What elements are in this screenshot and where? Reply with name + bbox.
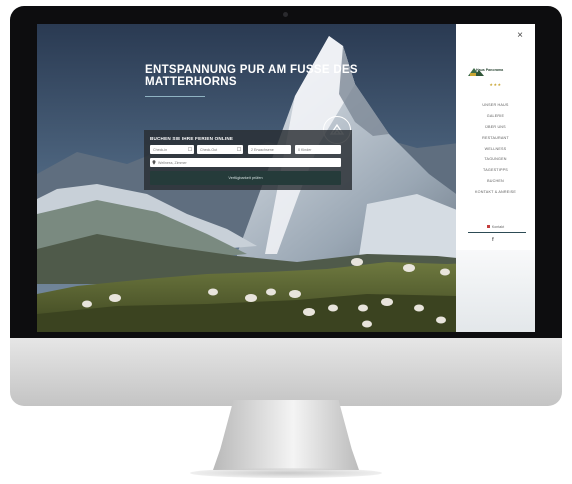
adults-value: 2 Erwachsene: [251, 147, 274, 152]
camera-icon: [283, 12, 288, 17]
monitor-stand: [213, 400, 359, 470]
hero-headline: ENTSPANNUNG PUR AM FUSSE DES MATTERHORNS: [145, 64, 358, 88]
sidebar-item-tagungen[interactable]: TAGUNGEN: [456, 154, 535, 165]
mail-icon: [486, 225, 490, 228]
checkout-field[interactable]: Check-Out: [197, 145, 243, 154]
website-screen: ENTSPANNUNG PUR AM FUSSE DES MATTERHORNS…: [37, 24, 535, 332]
monitor-bezel: ENTSPANNUNG PUR AM FUSSE DES MATTERHORNS…: [10, 6, 562, 338]
sidebar-item-restaurant[interactable]: RESTAURANT: [456, 133, 535, 144]
hero-divider: [145, 96, 205, 97]
contact-link[interactable]: Kontakt: [456, 225, 535, 229]
close-icon[interactable]: ×: [517, 31, 523, 41]
kids-select[interactable]: 0 Kinder: [295, 145, 341, 154]
calendar-icon: [188, 147, 192, 151]
imac-device: ENTSPANNUNG PUR AM FUSSE DES MATTERHORNS…: [10, 6, 562, 406]
sidebar-item-galerie[interactable]: GALERIE: [456, 111, 535, 122]
sidebar-nav: × Haus Panorama ★★★ UNSER HAUS GALERIE Ü…: [456, 24, 535, 332]
checkout-placeholder: Check-Out: [200, 147, 218, 152]
sidebar-item-kontakt[interactable]: KONTAKT & ANREISE: [456, 187, 535, 198]
facebook-icon[interactable]: f: [492, 237, 494, 243]
amenities-field[interactable]: Wellness, Zimmer: [150, 158, 341, 167]
checkin-field[interactable]: Check-in: [150, 145, 194, 154]
sidebar-item-buchen[interactable]: BUCHEN: [456, 176, 535, 187]
sidebar-item-unser-haus[interactable]: UNSER HAUS: [456, 100, 535, 111]
adults-select[interactable]: 2 Erwachsene: [248, 145, 291, 154]
check-availability-button[interactable]: Verfügbarkeit prüfen: [150, 171, 341, 185]
sidebar-item-ueber-uns[interactable]: ÜBER UNS: [456, 122, 535, 133]
sidebar-menu: UNSER HAUS GALERIE ÜBER UNS RESTAURANT W…: [456, 100, 535, 198]
booking-form: BUCHEN SIE IHRE FERIEN ONLINE Check-in C…: [144, 130, 352, 190]
sidebar-divider: [468, 232, 526, 233]
map-pin-icon: [152, 160, 156, 165]
brand-name: Haus Panorama: [476, 68, 504, 72]
hotel-stars: ★★★: [489, 82, 502, 87]
booking-form-title: BUCHEN SIE IHRE FERIEN ONLINE: [150, 136, 234, 141]
contact-label: Kontakt: [491, 225, 505, 229]
stand-shadow: [190, 468, 382, 478]
monitor-chin: [10, 338, 562, 406]
checkin-placeholder: Check-in: [153, 147, 168, 152]
calendar-icon: [237, 147, 241, 151]
sidebar-item-wellness[interactable]: WELLNESS: [456, 144, 535, 155]
amenities-placeholder: Wellness, Zimmer: [158, 160, 187, 165]
sidebar-item-tagestipps[interactable]: TAGESTIPPS: [456, 165, 535, 176]
sidebar-image: [456, 250, 535, 332]
kids-value: 0 Kinder: [298, 147, 312, 152]
